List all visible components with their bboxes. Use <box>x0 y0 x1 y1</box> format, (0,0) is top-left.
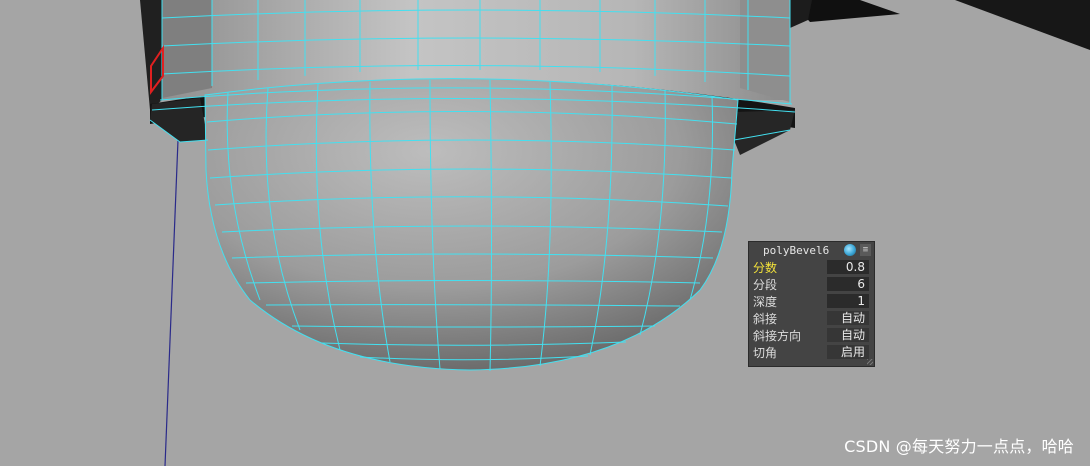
attr-row-depth[interactable]: 深度 1 <box>749 293 874 310</box>
attr-label-depth: 深度 <box>753 295 778 309</box>
attr-value-miter-along[interactable]: 自动 <box>827 328 869 342</box>
editor-title-bar[interactable]: polyBevel6 ≡ <box>749 242 874 259</box>
3d-viewport[interactable] <box>0 0 1090 466</box>
bevel-inview-editor[interactable]: polyBevel6 ≡ 分数 0.8 分段 6 深度 1 斜接 自动 斜接方向… <box>748 241 875 367</box>
attr-value-depth[interactable]: 1 <box>827 294 869 308</box>
horizon-edge <box>955 0 1090 50</box>
attr-value-miter[interactable]: 自动 <box>827 311 869 325</box>
attr-label-segments: 分段 <box>753 278 778 292</box>
attr-label-miter-along: 斜接方向 <box>753 329 802 343</box>
watermark: CSDN @每天努力一点点，哈哈 <box>844 437 1074 456</box>
attr-value-chamfer[interactable]: 启用 <box>827 345 869 359</box>
attr-label-fraction: 分数 <box>753 261 778 275</box>
dome-mesh[interactable] <box>204 78 739 371</box>
attr-row-segments[interactable]: 分段 6 <box>749 276 874 293</box>
attr-row-chamfer[interactable]: 切角 启用 <box>749 344 874 361</box>
attr-label-chamfer: 切角 <box>753 346 778 360</box>
resize-grip-icon[interactable] <box>867 359 873 365</box>
attr-label-miter: 斜接 <box>753 312 778 326</box>
globe-icon[interactable] <box>844 244 856 256</box>
attr-row-miter[interactable]: 斜接 自动 <box>749 310 874 327</box>
editor-title: polyBevel6 <box>763 244 830 257</box>
axis-line <box>164 139 179 466</box>
viewport-canvas[interactable] <box>0 0 1090 466</box>
menu-icon[interactable]: ≡ <box>860 244 871 256</box>
attr-row-fraction[interactable]: 分数 0.8 <box>749 259 874 276</box>
attr-value-fraction[interactable]: 0.8 <box>827 260 869 274</box>
attr-row-miter-along[interactable]: 斜接方向 自动 <box>749 327 874 344</box>
bevel-ring-right <box>734 110 795 155</box>
attr-value-segments[interactable]: 6 <box>827 277 869 291</box>
bevel-ring-left <box>150 98 208 142</box>
